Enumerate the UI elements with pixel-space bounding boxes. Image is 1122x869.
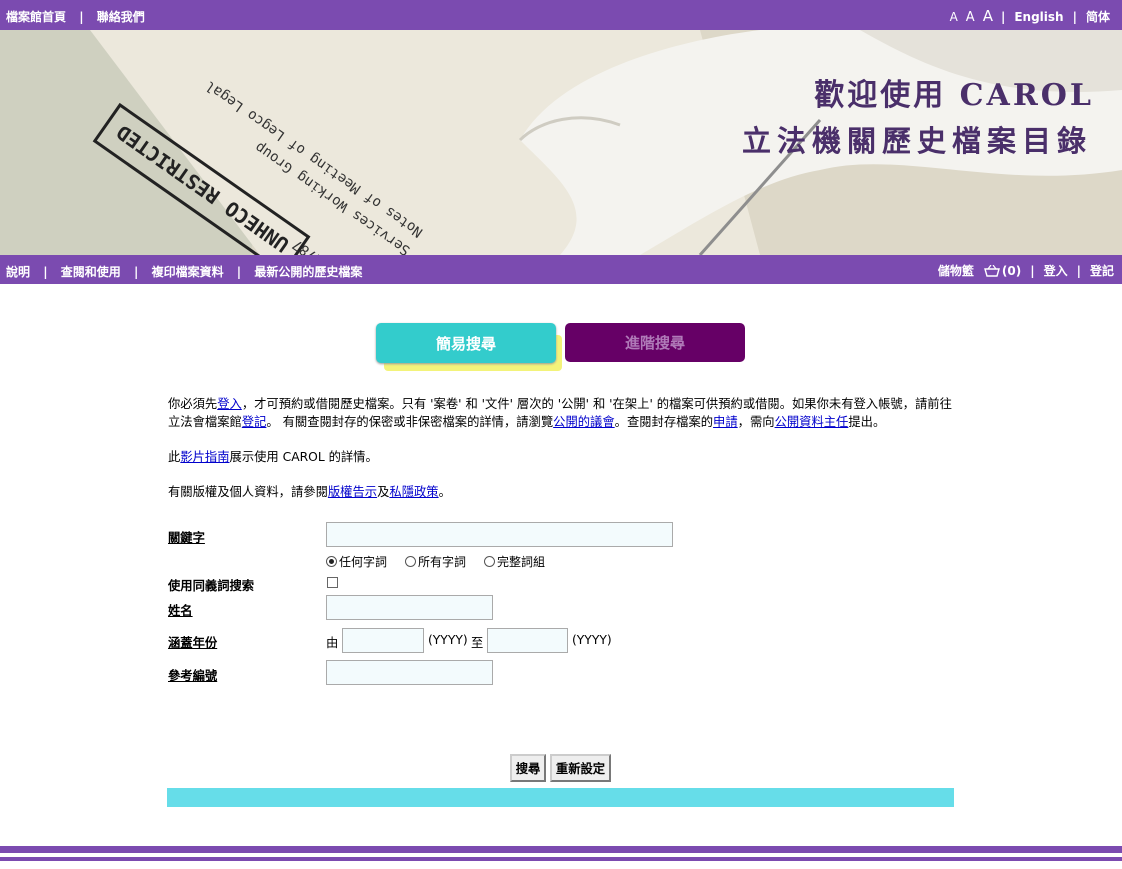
info-text-segment: 。 有關查閱封存的保密或非保密檔案的詳情，請瀏覽	[266, 415, 554, 429]
basket-icon[interactable]	[983, 264, 1000, 277]
tab-advanced-search[interactable]: 進階搜尋	[565, 323, 745, 362]
info-paragraph-booking: 你必須先登入，才可預約或借閱歷史檔案。只有 '案卷' 和 '文件' 層次的 '公…	[168, 395, 960, 431]
archives-home-link[interactable]: 檔案館首頁	[6, 10, 66, 24]
separator: |	[1072, 10, 1077, 24]
synonym-label: 使用同義詞搜索	[168, 579, 255, 593]
application-link[interactable]: 申請	[713, 415, 738, 429]
year-from-input[interactable]	[342, 628, 424, 653]
banner-title-catalogue: 立法機關歷史檔案目錄	[741, 124, 1092, 158]
access-officer-link[interactable]: 公開資料主任	[775, 415, 849, 429]
separator: |	[133, 265, 139, 279]
separator: |	[1030, 263, 1035, 278]
reset-button[interactable]: 重新設定	[550, 754, 611, 782]
login-link[interactable]: 登入	[217, 397, 242, 411]
copyright-notice-link[interactable]: 版權告示	[328, 485, 377, 499]
register-link[interactable]: 登記	[242, 415, 267, 429]
separator: |	[1076, 263, 1081, 278]
radio-exact-phrase-label[interactable]: 完整詞組	[497, 553, 545, 570]
form-footer-bar	[167, 788, 954, 807]
info-text-segment: 展示使用 CAROL 的詳情。	[229, 450, 378, 464]
video-guide-link[interactable]: 影片指南	[180, 450, 229, 464]
years-label[interactable]: 涵蓋年份	[168, 633, 217, 651]
synonym-checkbox[interactable]	[327, 577, 338, 588]
keyword-input[interactable]	[326, 522, 673, 547]
info-text-segment: 有關版權及個人資料，請參閱	[168, 485, 328, 499]
nav-item-access-use[interactable]: 查閱和使用	[61, 265, 121, 279]
nav-item-latest-records[interactable]: 最新公開的歷史檔案	[254, 265, 362, 279]
year-format-hint: (YYYY)	[428, 633, 468, 647]
separator: |	[236, 265, 242, 279]
info-text-segment: 你必須先	[168, 397, 218, 411]
open-meetings-link[interactable]: 公開的議會	[553, 415, 615, 429]
english-link[interactable]: English	[1014, 10, 1063, 24]
simplified-chinese-link[interactable]: 简体	[1086, 8, 1110, 25]
year-to-input[interactable]	[487, 628, 568, 653]
keyword-match-options: 任何字詞 所有字詞 完整詞組	[326, 553, 545, 570]
main-nav-bar: 說明 | 查閱和使用 | 複印檔案資料 | 最新公開的歷史檔案 儲物籃 (0) …	[0, 255, 1122, 284]
font-size-medium-button[interactable]: A	[966, 10, 975, 25]
contact-us-link[interactable]: 聯絡我們	[97, 10, 145, 24]
radio-exact-phrase[interactable]	[484, 556, 496, 567]
info-text-segment: 。查閱封存檔案的	[614, 415, 714, 429]
separator: |	[1000, 10, 1006, 24]
separator: |	[79, 10, 84, 24]
font-size-large-button[interactable]: A	[983, 7, 993, 25]
reference-number-label[interactable]: 參考編號	[168, 666, 217, 684]
search-tabs: 簡易搜尋 進階搜尋	[376, 323, 746, 373]
top-utility-bar: 檔案館首頁 | 聯絡我們 A A A | English | 简体	[0, 0, 1122, 30]
info-text-segment: 。	[438, 485, 451, 499]
banner-title-welcome: 歡迎使用 CAROL	[814, 78, 1094, 113]
info-paragraph-video: 此影片指南展示使用 CAROL 的詳情。	[168, 448, 960, 466]
name-label[interactable]: 姓名	[168, 601, 193, 619]
keyword-label[interactable]: 關鍵字	[168, 528, 205, 546]
search-button[interactable]: 搜尋	[510, 754, 546, 782]
reference-number-input[interactable]	[326, 660, 493, 685]
year-format-hint: (YYYY)	[572, 633, 612, 647]
nav-item-copy-records[interactable]: 複印檔案資料	[152, 265, 224, 279]
privacy-policy-link[interactable]: 私隱政策	[389, 485, 438, 499]
info-text-segment: 提出。	[848, 415, 886, 429]
years-to-label: 至	[471, 636, 484, 650]
info-text-segment: ，需向	[737, 415, 775, 429]
font-size-small-button[interactable]: A	[950, 10, 958, 24]
separator: |	[43, 265, 48, 279]
login-link[interactable]: 登入	[1044, 262, 1068, 279]
radio-any-word-label[interactable]: 任何字詞	[339, 553, 387, 570]
footer-divider	[0, 846, 1122, 853]
radio-all-words-label[interactable]: 所有字詞	[418, 553, 466, 570]
cart-label[interactable]: 儲物籃	[938, 262, 974, 279]
footer-divider	[0, 857, 1122, 861]
register-link[interactable]: 登記	[1090, 262, 1114, 279]
radio-all-words[interactable]	[405, 556, 417, 567]
name-input[interactable]	[326, 595, 493, 620]
info-paragraph-copyright: 有關版權及個人資料，請參閱版權告示及私隱政策。	[168, 483, 960, 501]
info-text: 你必須先登入，才可預約或借閱歷史檔案。只有 '案卷' 和 '文件' 層次的 '公…	[168, 395, 960, 501]
info-text-segment: 及	[377, 485, 390, 499]
cart-count[interactable]: (0)	[1002, 264, 1021, 278]
info-text-segment: 此	[168, 450, 181, 464]
years-from-label: 由	[326, 636, 339, 650]
tab-simple-search[interactable]: 簡易搜尋	[376, 323, 556, 363]
banner: UNHECO RESTRICTED Notes of Meeting of Le…	[0, 30, 1122, 255]
radio-any-word[interactable]	[326, 556, 337, 567]
nav-item-help[interactable]: 說明	[6, 265, 30, 279]
